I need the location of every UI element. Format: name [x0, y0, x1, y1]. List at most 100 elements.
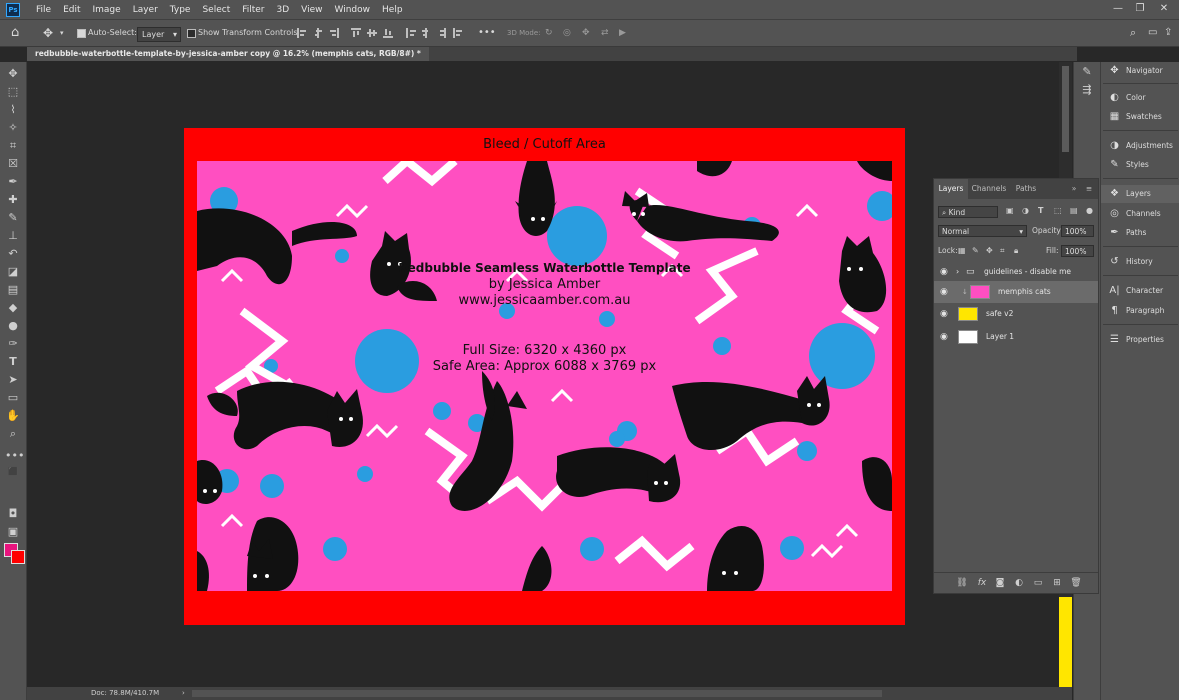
minimize-icon[interactable]: —	[1110, 2, 1126, 16]
layer-row[interactable]: ◉ Layer 1	[934, 326, 1098, 348]
distribute-vcenter-icon[interactable]	[421, 28, 431, 38]
gradient-tool-icon[interactable]: ▤	[5, 282, 21, 298]
blur-tool-icon[interactable]: ◆	[5, 300, 21, 316]
menu-filter[interactable]: Filter	[236, 5, 270, 15]
lock-artboard-icon[interactable]: ⌗	[1000, 245, 1005, 257]
panel-adjustments[interactable]: ◑ Adjustments	[1101, 137, 1179, 155]
menu-help[interactable]: Help	[376, 5, 409, 15]
tool-presets-icon[interactable]: ⇶	[1079, 82, 1095, 98]
type-tool-icon[interactable]: T	[5, 354, 21, 370]
lock-all-icon[interactable]: 🔒︎	[1014, 245, 1018, 257]
default-colors-icon[interactable]: ⬛	[5, 464, 21, 480]
screen-mode-icon[interactable]: ▣	[5, 524, 21, 540]
tab-paths[interactable]: Paths	[1010, 179, 1042, 199]
panel-properties[interactable]: ☰ Properties	[1101, 331, 1179, 349]
edit-toolbar-icon[interactable]: •••	[5, 448, 24, 464]
menu-layer[interactable]: Layer	[127, 5, 164, 15]
menu-image[interactable]: Image	[87, 5, 127, 15]
filter-smart-object-icon[interactable]: ▤	[1070, 206, 1078, 215]
brush-tool-icon[interactable]: ✎	[5, 210, 21, 226]
3d-orbit-icon[interactable]: ↻	[545, 25, 553, 41]
panel-menu-icon[interactable]: ≡	[1083, 179, 1095, 199]
3d-roll-icon[interactable]: ◎	[563, 25, 571, 41]
menu-edit[interactable]: Edit	[57, 5, 86, 15]
eyedropper-tool-icon[interactable]: ✒	[5, 174, 21, 190]
distribute-bottom-icon[interactable]	[437, 28, 447, 38]
lasso-tool-icon[interactable]: ⌇	[5, 102, 21, 118]
tab-layers[interactable]: Layers	[934, 179, 968, 199]
new-layer-icon[interactable]: ⊞	[1051, 577, 1063, 589]
layer-filter-kind[interactable]: ⌕ Kind	[938, 206, 998, 218]
more-options-icon[interactable]: •••	[478, 25, 496, 41]
delete-layer-icon[interactable]: 🗑︎	[1070, 577, 1082, 589]
move-tool-icon[interactable]: ✥	[43, 25, 53, 41]
fill-input[interactable]: 100%	[1061, 245, 1094, 257]
zoom-tool-icon[interactable]: ⌕	[5, 426, 21, 442]
dodge-tool-icon[interactable]: ●	[5, 318, 21, 334]
lock-image-icon[interactable]: ✎	[972, 245, 979, 257]
background-color-swatch[interactable]	[11, 550, 25, 564]
align-hcenter-icon[interactable]	[313, 28, 323, 38]
filter-type-icon[interactable]: T	[1038, 206, 1043, 215]
blend-mode-dropdown[interactable]: Normal ▾	[938, 225, 1027, 237]
home-icon[interactable]: ⌂	[11, 25, 19, 41]
new-adjustment-layer-icon[interactable]: ◐	[1013, 577, 1025, 589]
panel-navigator[interactable]: ✥ Navigator	[1101, 62, 1179, 80]
panel-color[interactable]: ◐ Color	[1101, 89, 1179, 107]
search-icon[interactable]: ⌕	[1130, 25, 1136, 41]
layer-style-fx-icon[interactable]: fx	[976, 577, 988, 589]
3d-pan-icon[interactable]: ✥	[582, 25, 590, 41]
panel-layers[interactable]: ❖ Layers	[1101, 185, 1179, 203]
quick-select-tool-icon[interactable]: ✧	[5, 120, 21, 136]
filter-toggle-icon[interactable]: ●	[1086, 206, 1093, 215]
menu-file[interactable]: File	[30, 5, 57, 15]
history-brush-tool-icon[interactable]: ↶	[5, 246, 21, 262]
align-left-icon[interactable]	[297, 28, 307, 38]
eraser-tool-icon[interactable]: ◪	[5, 264, 21, 280]
layer-row-selected[interactable]: ◉ ↓ memphis cats	[934, 281, 1098, 303]
panel-swatches[interactable]: ▦ Swatches	[1101, 108, 1179, 126]
align-vcenter-icon[interactable]	[367, 28, 377, 38]
visibility-eye-icon[interactable]: ◉	[940, 326, 950, 348]
link-layers-icon[interactable]: ⛓	[956, 577, 968, 589]
panel-channels[interactable]: ◎ Channels	[1101, 205, 1179, 223]
panel-paths[interactable]: ✒ Paths	[1101, 224, 1179, 242]
distribute-top-icon[interactable]	[405, 28, 416, 38]
visibility-eye-icon[interactable]: ◉	[940, 303, 950, 325]
menu-window[interactable]: Window	[329, 5, 377, 15]
align-right-icon[interactable]	[329, 28, 339, 38]
menu-view[interactable]: View	[295, 5, 328, 15]
crop-tool-icon[interactable]: ⌗	[5, 138, 21, 154]
new-group-icon[interactable]: ▭	[1032, 577, 1044, 589]
panel-paragraph[interactable]: ¶ Paragraph	[1101, 302, 1179, 320]
visibility-eye-icon[interactable]: ◉	[940, 261, 950, 283]
rectangle-tool-icon[interactable]: ▭	[5, 390, 21, 406]
panel-character[interactable]: A| Character	[1101, 282, 1179, 300]
menu-3d[interactable]: 3D	[271, 5, 296, 15]
tab-channels[interactable]: Channels	[970, 179, 1008, 199]
menu-type[interactable]: Type	[164, 5, 197, 15]
add-mask-icon[interactable]: ◙	[994, 577, 1006, 589]
frame-tool-icon[interactable]: ☒	[5, 156, 21, 172]
healing-brush-tool-icon[interactable]: ✚	[5, 192, 21, 208]
restore-icon[interactable]: ❐	[1132, 2, 1148, 16]
clone-stamp-tool-icon[interactable]: ⊥	[5, 228, 21, 244]
horizontal-scrollbar[interactable]	[192, 690, 882, 697]
3d-slide-icon[interactable]: ⇄	[601, 25, 609, 41]
auto-select-dropdown[interactable]: Layer ▾	[137, 27, 181, 42]
show-transform-checkbox[interactable]	[187, 29, 196, 38]
3d-camera-icon[interactable]: ▶	[619, 25, 626, 41]
filter-adjustment-icon[interactable]: ◑	[1022, 206, 1029, 215]
align-top-icon[interactable]	[351, 28, 361, 38]
opacity-input[interactable]: 100%	[1061, 225, 1094, 237]
share-icon[interactable]: ⇪	[1164, 25, 1172, 41]
move-tool-icon[interactable]: ✥	[5, 66, 21, 82]
panel-collapse-icon[interactable]: »	[1068, 179, 1080, 199]
hand-tool-icon[interactable]: ✋	[5, 408, 21, 424]
layer-row[interactable]: ◉ › ▭ guidelines - disable me	[934, 261, 1098, 283]
distribute-left-icon[interactable]	[453, 28, 463, 38]
brush-settings-icon[interactable]: ✎	[1079, 64, 1095, 80]
workspace-icon[interactable]: ▭	[1148, 25, 1157, 41]
align-bottom-icon[interactable]	[383, 28, 393, 38]
menu-select[interactable]: Select	[196, 5, 236, 15]
